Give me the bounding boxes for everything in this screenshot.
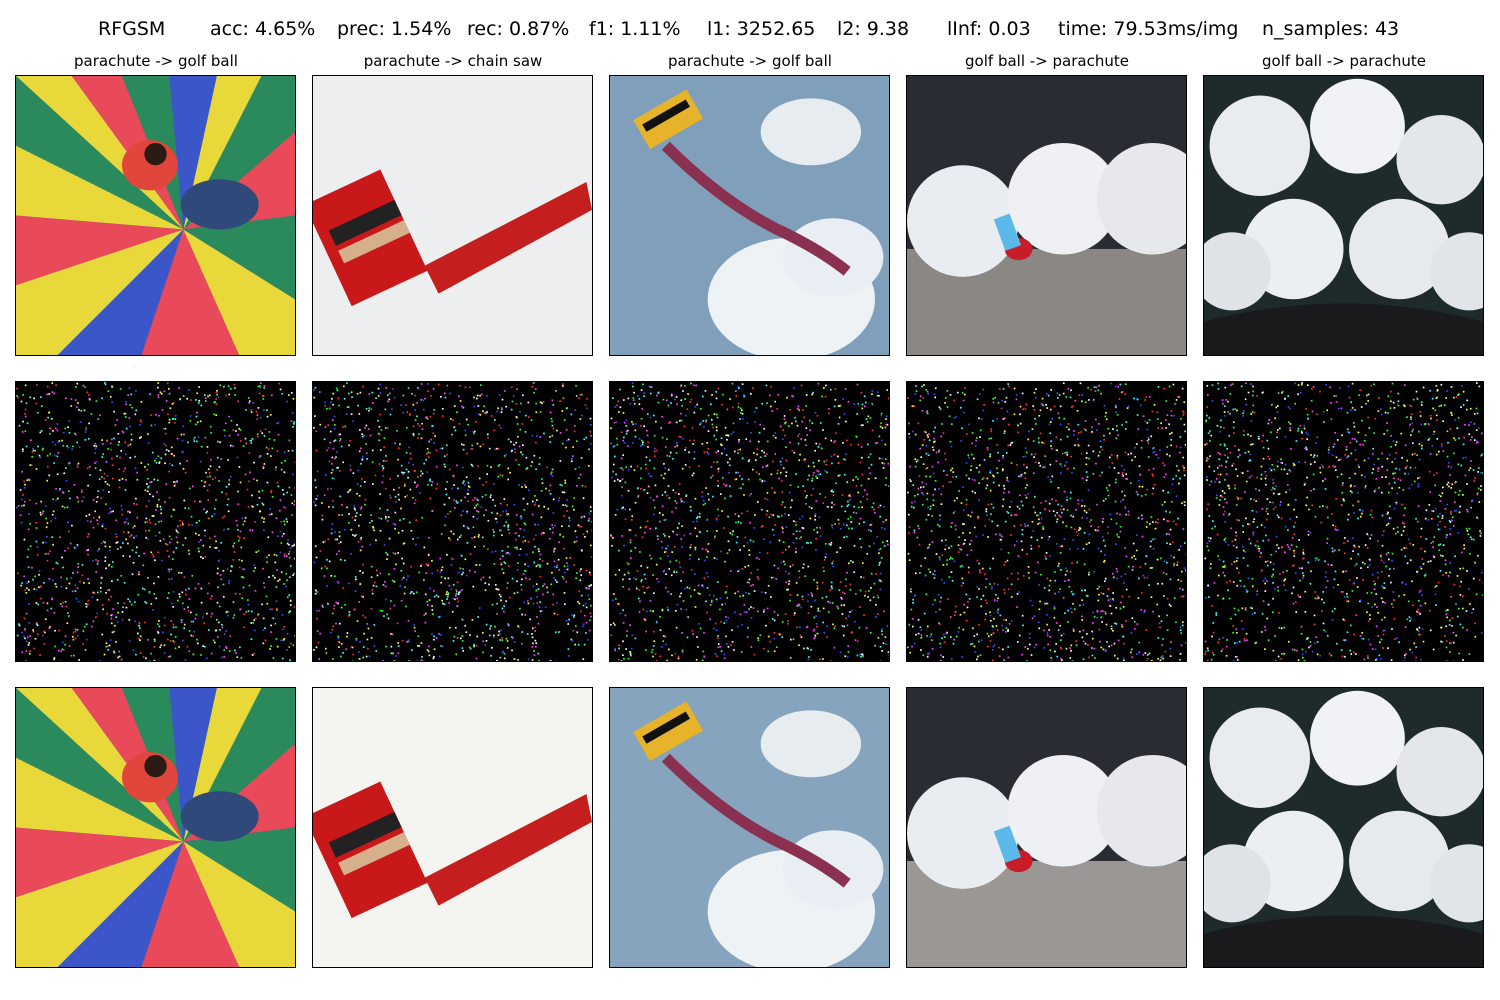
- original-image-5-golf-balls-bucket: [1203, 75, 1484, 356]
- adversarial-image-3-skydiver-smoke: [609, 687, 890, 968]
- perturbation-image-2: [312, 381, 593, 662]
- perturbation-image-1: [15, 381, 296, 662]
- figure-title: RFGSM acc: 4.65% prec: 1.54% rec: 0.87% …: [0, 16, 1500, 42]
- l1-metric: l1: 3252.65: [707, 18, 816, 40]
- perturbation-image-3: [609, 381, 890, 662]
- l2-metric: l2: 9.38: [837, 18, 910, 40]
- adversarial-image-1-parachute-boy: [15, 687, 296, 968]
- column-label-2: parachute -> chain saw: [363, 52, 543, 70]
- column-label-3: parachute -> golf ball: [668, 52, 832, 70]
- column-label-1: parachute -> golf ball: [74, 52, 238, 70]
- perturbation-image-5: [1203, 381, 1484, 662]
- original-image-3-skydiver-smoke: [609, 75, 890, 356]
- adversarial-image-5-golf-balls-bucket: [1203, 687, 1484, 968]
- column-label-4: golf ball -> parachute: [965, 52, 1129, 70]
- time-metric: time: 79.53ms/img: [1058, 18, 1239, 40]
- prec-metric: prec: 1.54%: [337, 18, 452, 40]
- original-image-2-parachute-banner: [312, 75, 593, 356]
- original-image-1-parachute-boy: [15, 75, 296, 356]
- n-samples-metric: n_samples: 43: [1262, 18, 1400, 40]
- method-name: RFGSM: [98, 18, 166, 40]
- adversarial-image-2-parachute-banner: [312, 687, 593, 968]
- perturbation-image-4: [906, 381, 1187, 662]
- rec-metric: rec: 0.87%: [467, 18, 570, 40]
- linf-metric: lInf: 0.03: [947, 18, 1031, 40]
- original-image-4-golf-balls-tees: [906, 75, 1187, 356]
- acc-metric: acc: 4.65%: [210, 18, 316, 40]
- adversarial-image-4-golf-balls-tees: [906, 687, 1187, 968]
- column-label-5: golf ball -> parachute: [1262, 52, 1426, 70]
- f1-metric: f1: 1.11%: [589, 18, 681, 40]
